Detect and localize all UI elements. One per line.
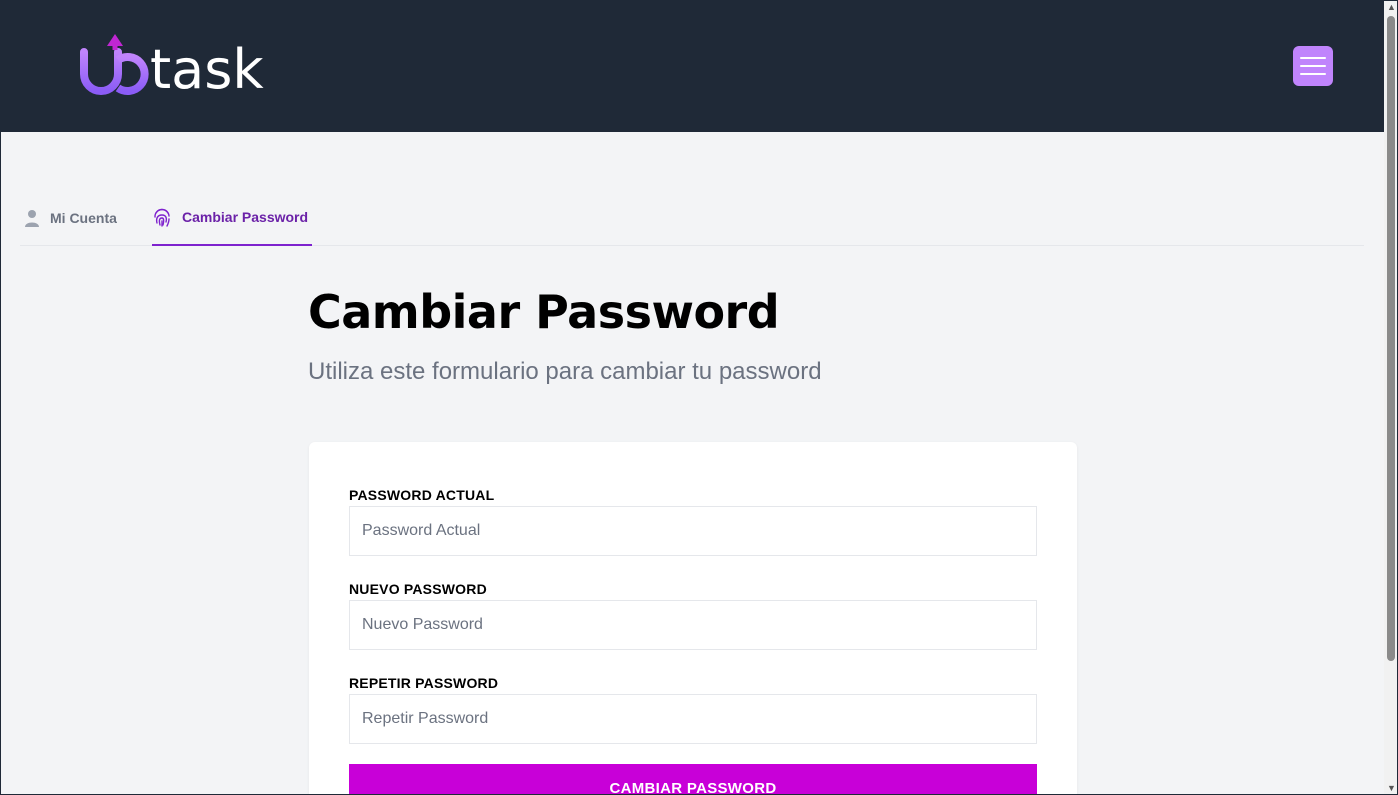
uptask-logo[interactable]: task: [80, 30, 290, 110]
tab-label: Mi Cuenta: [50, 210, 117, 226]
scrollbar-thumb[interactable]: [1387, 16, 1395, 661]
tab-mi-cuenta[interactable]: Mi Cuenta: [24, 190, 117, 246]
user-icon: [25, 210, 39, 227]
page-title: Cambiar Password: [308, 285, 780, 339]
site-header: task: [0, 0, 1384, 132]
hamburger-menu-button[interactable]: [1293, 46, 1333, 86]
new-password-input[interactable]: [349, 600, 1037, 650]
account-tabs: Mi Cuenta Cambiar Password: [20, 190, 1364, 246]
repeat-password-input[interactable]: [349, 694, 1037, 744]
change-password-form: PASSWORD ACTUAL NUEVO PASSWORD REPETIR P…: [309, 442, 1077, 795]
scroll-down-arrow-icon[interactable]: ▼: [1387, 784, 1396, 793]
change-password-button[interactable]: CAMBIAR PASSWORD: [349, 764, 1037, 795]
svg-text:task: task: [150, 38, 264, 101]
current-password-input[interactable]: [349, 506, 1037, 556]
hamburger-icon: [1300, 57, 1326, 59]
new-password-label: NUEVO PASSWORD: [349, 581, 487, 597]
tab-cambiar-password[interactable]: Cambiar Password: [152, 190, 313, 246]
page-scrollbar[interactable]: ▲ ▼: [1384, 0, 1398, 795]
current-password-label: PASSWORD ACTUAL: [349, 487, 495, 503]
fingerprint-icon: [154, 208, 170, 227]
scroll-up-arrow-icon[interactable]: ▲: [1387, 3, 1396, 12]
repeat-password-label: REPETIR PASSWORD: [349, 675, 499, 691]
tab-label: Cambiar Password: [182, 209, 309, 225]
page-subtitle: Utiliza este formulario para cambiar tu …: [308, 358, 822, 385]
